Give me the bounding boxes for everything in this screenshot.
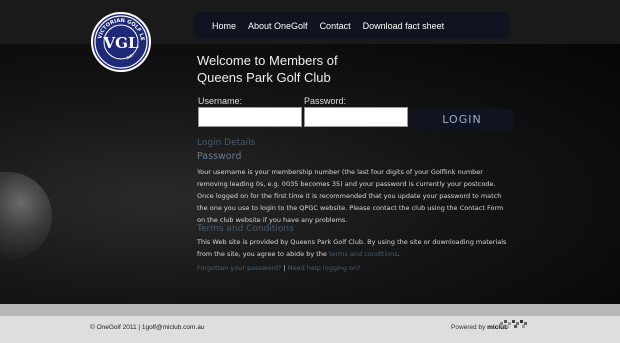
help-links: Forgotten your password? | Need help log… <box>197 262 512 274</box>
welcome-line-2: Queens Park Golf Club <box>197 70 331 85</box>
golf-ball-image <box>0 172 52 260</box>
login-button[interactable]: LOGIN <box>410 109 514 130</box>
logo-monogram: VGL <box>103 34 139 52</box>
nav-about-link[interactable]: About OneGolf <box>248 21 308 31</box>
footer: © OneGolf 2011 | 1golf@miclub.com.au Pow… <box>0 316 620 343</box>
username-input[interactable] <box>198 107 302 127</box>
nav-download-link[interactable]: Download fact sheet <box>363 21 445 31</box>
help-logging-on-link[interactable]: Need help logging on? <box>288 264 361 272</box>
password-heading: Password <box>197 151 242 162</box>
logo-icon: VICTORIAN GOLF LEAGUE INC. VGL <box>93 14 148 69</box>
terms-heading: Terms and Conditions <box>197 224 294 234</box>
miclub-checker-icon <box>500 320 527 328</box>
terms-paragraph: This Web site is provided by Queens Park… <box>197 236 512 260</box>
footer-divider <box>0 304 620 316</box>
page-title: Welcome to Members of Queens Park Golf C… <box>197 52 397 86</box>
terms-link[interactable]: terms and conditions <box>329 250 398 258</box>
password-instructions: Your username is your membership number … <box>197 168 504 224</box>
copyright-text: © OneGolf 2011 | 1golf@miclub.com.au <box>90 324 205 331</box>
password-label: Password: <box>304 96 347 106</box>
forgot-password-link[interactable]: Forgotten your password? <box>197 264 281 272</box>
username-label: Username: <box>198 96 243 106</box>
victorian-golf-league-logo[interactable]: VICTORIAN GOLF LEAGUE INC. VGL <box>91 12 151 72</box>
terms-end: . <box>397 250 400 258</box>
nav-home-link[interactable]: Home <box>212 21 236 31</box>
password-input[interactable] <box>304 107 408 127</box>
welcome-line-1: Welcome to Members of <box>197 53 338 68</box>
main-nav: Home About OneGolf Contact Download fact… <box>193 12 510 39</box>
login-details-heading: Login Details <box>197 138 256 148</box>
powered-by-label: Powered by <box>451 324 486 331</box>
nav-contact-link[interactable]: Contact <box>320 21 351 31</box>
